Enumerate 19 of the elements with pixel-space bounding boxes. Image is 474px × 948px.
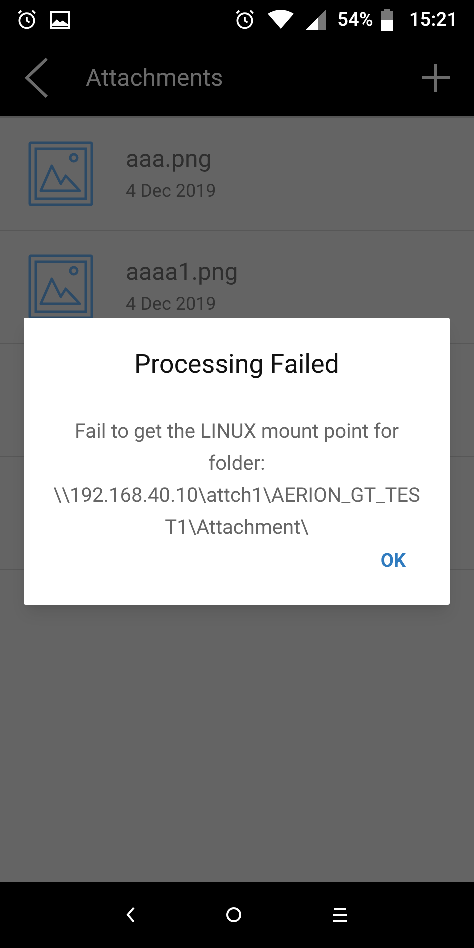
image-file-icon — [28, 141, 94, 207]
ok-button[interactable]: OK — [372, 543, 414, 580]
image-file-icon — [28, 254, 94, 320]
screen-title: Attachments — [86, 63, 224, 94]
add-icon[interactable] — [422, 64, 450, 92]
dialog-title: Processing Failed — [134, 349, 340, 382]
signal-icon — [306, 10, 326, 30]
back-nav-icon[interactable] — [126, 907, 136, 923]
home-nav-icon[interactable] — [226, 907, 242, 923]
dialog-message: Fail to get the LINUX mount point for folder: \\192.168.40.10\attch1\AERION_GT_TEST1\Attachment\ — [52, 418, 422, 541]
alarm-icon — [234, 9, 256, 31]
back-icon[interactable] — [24, 57, 50, 99]
wifi-icon — [268, 10, 294, 30]
menu-icon[interactable] — [332, 907, 348, 923]
battery-percentage: 54% — [338, 6, 374, 33]
image-icon — [50, 11, 70, 29]
battery-icon — [381, 9, 394, 31]
alarm-icon — [16, 9, 38, 31]
clock-time: 15:21 — [409, 6, 458, 33]
